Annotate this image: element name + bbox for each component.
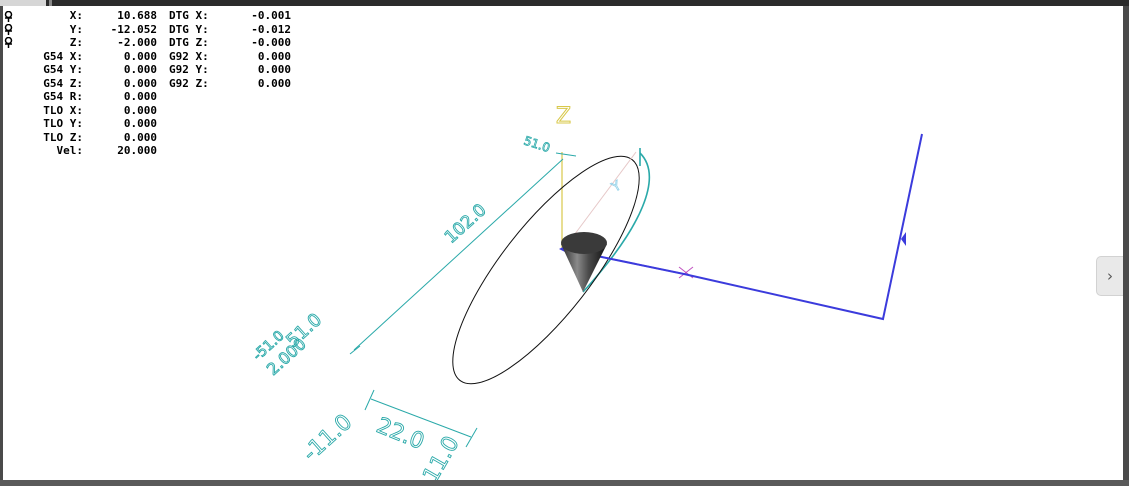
dro-label: TLO Y: xyxy=(43,117,83,130)
y-axis-label: Y xyxy=(609,178,624,195)
dro-label: TLO Z: xyxy=(43,130,83,144)
preview-3d-viewport[interactable]: Z 51.0 102.0 51.0 2.000 -51.0 22.0 -11.0… xyxy=(3,6,1123,480)
g92-value: 0.000 xyxy=(257,63,291,76)
dro-label: G54 R: xyxy=(43,90,83,103)
dtg-label: DTG Z: xyxy=(169,36,209,49)
dro-value: 0.000 xyxy=(123,90,157,103)
dro-value: 0.000 xyxy=(123,63,157,76)
g92-label: G92 X: xyxy=(169,49,209,63)
dro-value: 0.000 xyxy=(123,130,157,144)
g92-label: G92 Z: xyxy=(169,76,209,90)
dimension-tick xyxy=(555,152,577,157)
dro-row-g54-r: G54 R: 0.000 xyxy=(3,90,157,104)
dro-value: 20.000 xyxy=(117,144,157,157)
g92-label: G92 Y: xyxy=(169,63,209,76)
dro-value: 0.000 xyxy=(123,49,157,63)
dro-value: 10.688 xyxy=(117,9,157,22)
dro-row-x: X: 10.688 DTG X: -0.001 xyxy=(3,9,291,23)
next-page-button[interactable]: › xyxy=(1096,256,1123,296)
dro-label: G54 Y: xyxy=(43,63,83,76)
g92-value: 0.000 xyxy=(257,76,291,90)
dro-label: TLO X: xyxy=(43,103,83,117)
dimension-102-label: 102.0 xyxy=(441,200,491,247)
dimension-tick xyxy=(349,345,361,355)
dro-row-z: Z: -2.000 DTG Z: -0.000 xyxy=(3,36,291,50)
feed-path xyxy=(562,133,923,321)
dro-label: X: xyxy=(69,9,83,22)
dtg-label: DTG Y: xyxy=(169,22,209,36)
dro-value: -2.000 xyxy=(117,36,157,49)
z-axis-label: Z xyxy=(556,104,571,129)
dro-row-velocity: Vel: 20.000 xyxy=(3,144,158,158)
dimension-bottom-label: 11.0 xyxy=(419,432,465,480)
chevron-right-icon: › xyxy=(1107,267,1113,285)
dro-row-tlo-y: TLO Y: 0.000 xyxy=(3,117,157,131)
dimension-tick xyxy=(465,427,478,448)
dro-row-y: Y: -12.052 DTG Y: -0.012 xyxy=(3,23,291,37)
dro-label: Z: xyxy=(69,36,83,49)
dtg-value: -0.012 xyxy=(251,22,291,36)
tool-cone-top xyxy=(561,232,607,254)
dro-row-tlo-x: TLO X: 0.000 xyxy=(3,104,157,118)
dro-row-g54-z: G54 Z: 0.000 G92 Z: 0.000 xyxy=(3,77,291,91)
dimension-bottom-label: -11.0 xyxy=(298,410,357,467)
dro-row-tlo-z: TLO Z: 0.000 xyxy=(3,131,157,145)
dimension-line-102 xyxy=(353,158,564,351)
dtg-value: -0.000 xyxy=(251,36,291,49)
dro-value: 0.000 xyxy=(123,76,157,90)
dimension-top-label: 51.0 xyxy=(522,134,552,156)
dro-row-g54-y: G54 Y: 0.000 G92 Y: 0.000 xyxy=(3,63,291,77)
circle-path xyxy=(452,155,640,385)
window-frame: Z 51.0 102.0 51.0 2.000 -51.0 22.0 -11.0… xyxy=(0,0,1129,486)
dimension-bottom-label: 22.0 xyxy=(373,413,428,455)
dtg-label: DTG X: xyxy=(169,9,209,22)
g92-value: 0.000 xyxy=(257,49,291,63)
dro-readout: X: 10.688 DTG X: -0.001 Y: -12.052 DTG Y… xyxy=(3,9,291,158)
dro-row-g54-x: G54 X: 0.000 G92 X: 0.000 xyxy=(3,50,291,64)
dro-label: Vel: xyxy=(56,144,84,157)
bottom-strip xyxy=(0,480,1129,486)
dtg-value: -0.001 xyxy=(251,9,291,22)
dro-label: Y: xyxy=(69,22,83,36)
dro-value: 0.000 xyxy=(123,103,157,117)
dro-value: -12.052 xyxy=(110,22,157,36)
dro-label: G54 Z: xyxy=(43,76,83,90)
dro-value: 0.000 xyxy=(123,117,157,130)
dro-label: G54 X: xyxy=(43,49,83,63)
